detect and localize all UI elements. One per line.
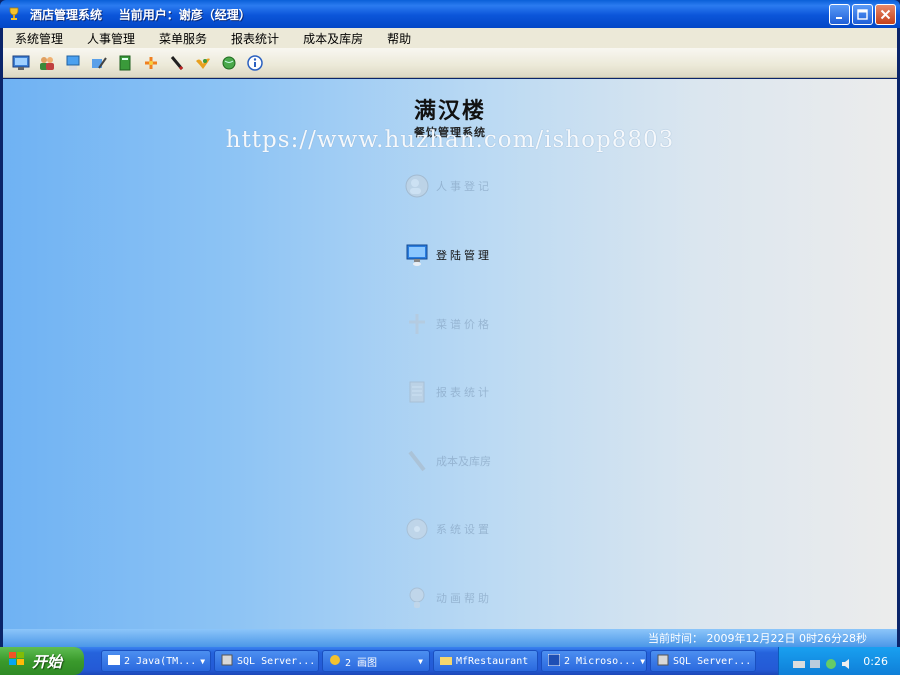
menu-cost-warehouse[interactable]: 成本及库房: [291, 30, 375, 47]
taskbar-item-mfrestaurant[interactable]: MfRestaurant: [433, 650, 538, 672]
folder-icon: [440, 655, 452, 668]
nav-item-system-settings[interactable]: 系统设置: [404, 515, 534, 543]
globe-icon[interactable]: [217, 52, 240, 74]
nav-item-animated-help[interactable]: 动画帮助: [404, 584, 534, 612]
monitor-icon: [404, 242, 430, 268]
nav-item-login-management[interactable]: 登陆管理: [404, 241, 534, 269]
watermark: https://www.huzhan.com/ishop8803: [225, 127, 675, 153]
task-label: 2 画图: [345, 657, 378, 669]
app-window: 酒店管理系统 当前用户：谢彦（经理） 系统管理 人事管理 菜单服务 报表统计 成…: [0, 0, 900, 647]
task-label: 2 Java(TM...: [124, 655, 197, 667]
window-title: 酒店管理系统 当前用户：谢彦（经理）: [30, 7, 251, 22]
pen-icon[interactable]: [165, 52, 188, 74]
taskbar-item-paint[interactable]: 2 画图 ▼: [322, 650, 430, 672]
disc-icon: [404, 516, 430, 542]
report-icon: [404, 379, 430, 405]
taskbar: 开始 2 Java(TM... ▼ SQL Server... 2 画图 ▼ M…: [0, 647, 900, 675]
nav-item-personnel-register[interactable]: 人事登记: [404, 172, 534, 200]
nav-label: 动画帮助: [436, 592, 492, 605]
taskbar-item-sql-server-2[interactable]: SQL Server...: [650, 650, 756, 672]
window-icon: [108, 654, 120, 668]
volume-icon[interactable]: [841, 655, 853, 669]
status-bar: 当前时间： 2009年12月22日 0时26分28秒: [3, 629, 897, 647]
nav-label: 菜谱价格: [436, 318, 492, 331]
info-icon[interactable]: [243, 52, 266, 74]
plus-star-icon[interactable]: [139, 52, 162, 74]
main-panel: 满汉楼 餐饮管理系统 https://www.huzhan.com/ishop8…: [3, 79, 897, 629]
current-time-text: 当前时间： 2009年12月22日 0时26分28秒: [648, 632, 867, 645]
paint-icon: [329, 654, 341, 669]
chevron-down-icon: ▼: [200, 656, 206, 666]
menu-personnel[interactable]: 人事管理: [75, 30, 147, 47]
bird-icon[interactable]: [191, 52, 214, 74]
task-label: SQL Server...: [237, 655, 316, 667]
nav-item-reports[interactable]: 报表统计: [404, 378, 534, 406]
menu-system[interactable]: 系统管理: [3, 30, 75, 47]
network-icon[interactable]: [809, 655, 821, 668]
task-label: MfRestaurant: [456, 655, 529, 667]
start-label: 开始: [32, 652, 63, 671]
system-tray: 0:26: [778, 647, 900, 675]
clock: 0:26: [863, 654, 888, 668]
start-button[interactable]: 开始: [0, 647, 84, 675]
nav-label: 登陆管理: [436, 249, 492, 262]
chevron-down-icon: ▼: [640, 656, 646, 666]
chevron-down-icon: ▼: [418, 656, 423, 666]
nav-item-cost-warehouse[interactable]: 成本及库房: [404, 447, 534, 475]
tool-icon[interactable]: [87, 52, 110, 74]
sql-agent-icon[interactable]: [825, 655, 837, 669]
close-button[interactable]: [875, 4, 896, 25]
cutlery-icon: [404, 311, 430, 337]
sql-server-icon: [657, 654, 669, 669]
toolbar: [3, 48, 897, 78]
sql-server-icon: [221, 654, 233, 669]
menu-bar: 系统管理 人事管理 菜单服务 报表统计 成本及库房 帮助: [3, 28, 897, 48]
menu-reports[interactable]: 报表统计: [219, 30, 291, 47]
keyboard-icon[interactable]: [793, 655, 806, 668]
users-icon: [404, 173, 430, 199]
users-icon[interactable]: [35, 52, 58, 74]
brand-title: 满汉楼: [413, 98, 486, 124]
trophy-icon: [6, 6, 22, 22]
help-icon: [404, 585, 430, 611]
screen-icon[interactable]: [61, 52, 84, 74]
task-label: SQL Server...: [673, 655, 752, 667]
pen-icon: [404, 448, 430, 474]
nav-label: 系统设置: [436, 523, 492, 536]
windows-logo-icon: [8, 651, 26, 671]
title-bar[interactable]: 酒店管理系统 当前用户：谢彦（经理）: [0, 0, 900, 28]
taskbar-item-microsoft[interactable]: 2 Microso... ▼: [541, 650, 647, 672]
maximize-button[interactable]: [852, 4, 873, 25]
menu-help[interactable]: 帮助: [375, 30, 423, 47]
nav-label: 成本及库房: [436, 455, 491, 468]
task-label: 2 Microso...: [564, 655, 637, 667]
nav-label: 报表统计: [436, 386, 492, 399]
word-icon: [547, 653, 561, 669]
taskbar-item-java[interactable]: 2 Java(TM... ▼: [101, 650, 211, 672]
book-icon[interactable]: [113, 52, 136, 74]
menu-food-service[interactable]: 菜单服务: [147, 30, 219, 47]
nav-item-menu-prices[interactable]: 菜谱价格: [404, 310, 534, 338]
minimize-button[interactable]: [829, 4, 850, 25]
nav-label: 人事登记: [436, 180, 492, 193]
monitor-icon[interactable]: [9, 52, 32, 74]
taskbar-item-sql-server-1[interactable]: SQL Server...: [214, 650, 319, 672]
